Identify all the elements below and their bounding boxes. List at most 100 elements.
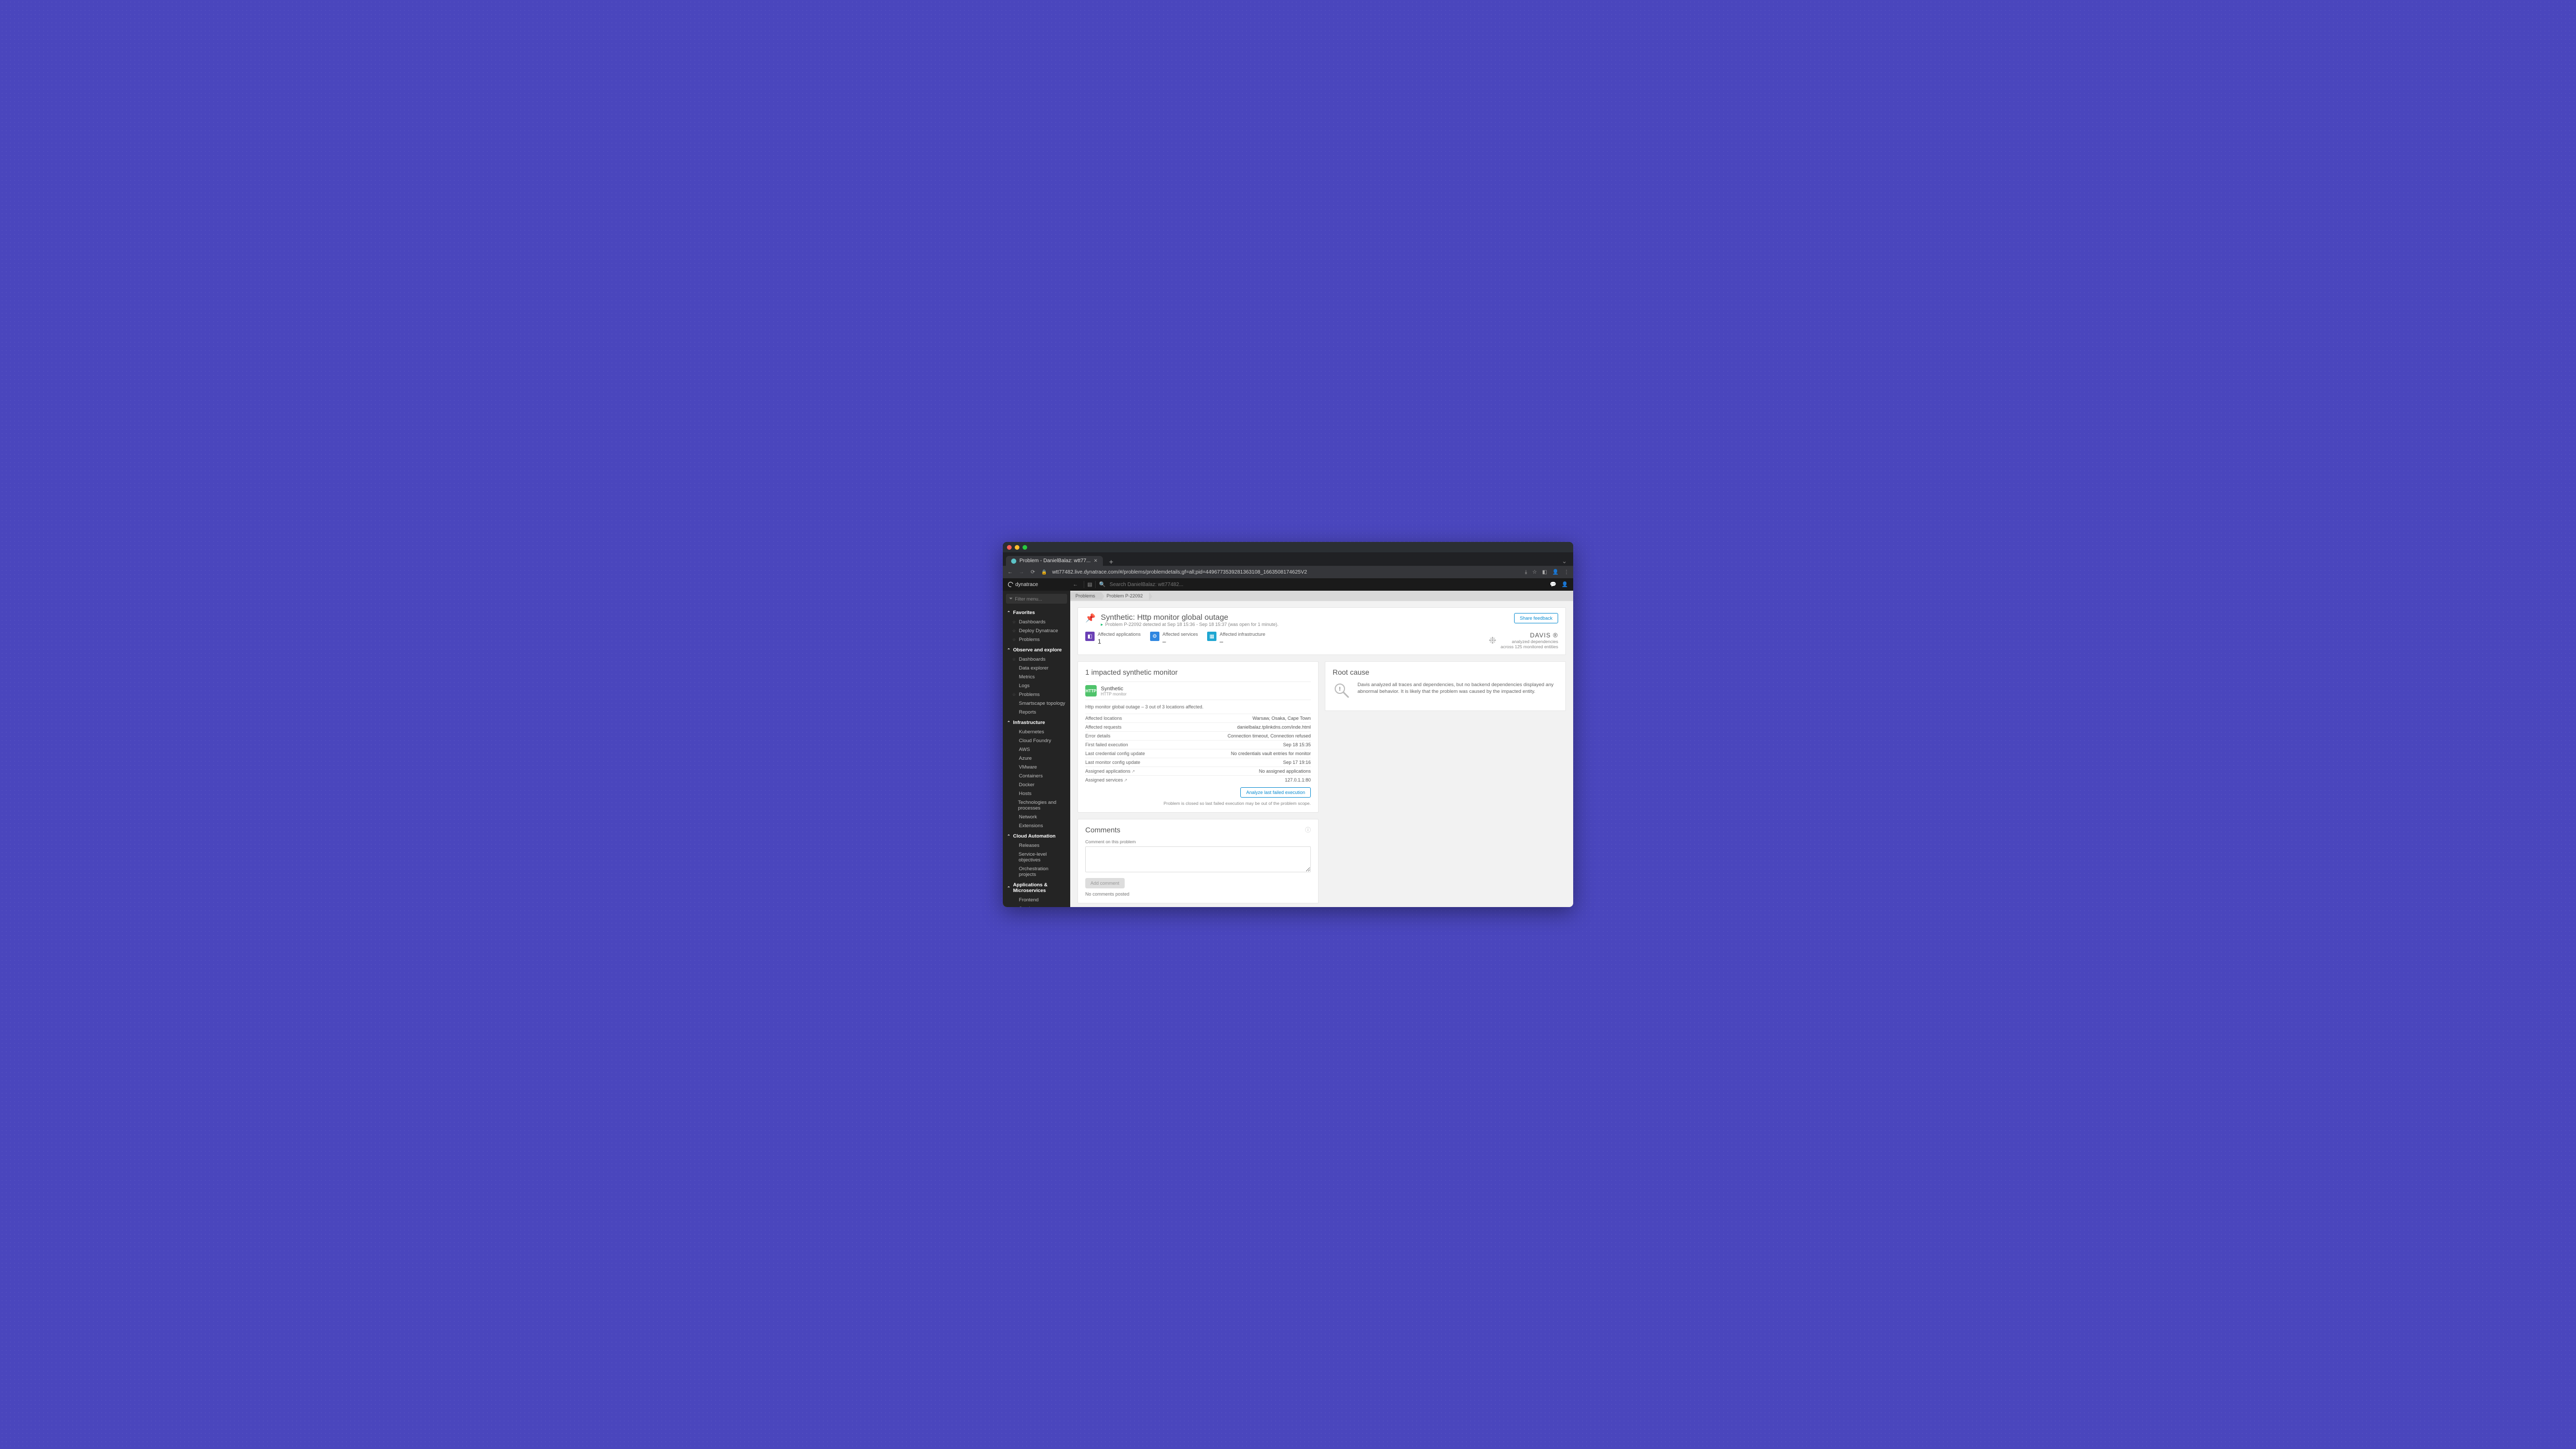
lock-icon: 🔒 [1041, 569, 1047, 575]
sidebar: ⏷ Filter menu... ⌃ Favorites ☆Dashboards… [1003, 591, 1070, 907]
detail-row: Last credential config updateNo credenti… [1085, 749, 1311, 758]
nav-back-icon[interactable]: ← [1007, 569, 1013, 575]
synthetic-monitor-row[interactable]: HTTP Synthetic HTTP monitor [1085, 681, 1311, 700]
extensions-icon[interactable]: ◧ [1542, 569, 1547, 575]
browser-tab[interactable]: Problem - DanielBalaz: wtt77... ✕ [1006, 556, 1103, 566]
share-feedback-button[interactable]: Share feedback [1514, 613, 1558, 623]
search-placeholder: Search DanielBalaz: wtt77482... [1110, 582, 1183, 588]
browser-toolbar: ← → ⟳ 🔒 wtt77482.live.dynatrace.com/#/pr… [1003, 566, 1573, 578]
root-cause-title: Root cause [1333, 668, 1558, 676]
global-search[interactable]: 🔍 Search DanielBalaz: wtt77482... [1099, 582, 1545, 588]
chat-icon[interactable]: 💬 [1550, 582, 1556, 588]
http-monitor-icon: HTTP [1085, 685, 1097, 696]
davis-icon: ❉ [1489, 635, 1496, 646]
magnifier-alert-icon: ! [1333, 681, 1350, 704]
breadcrumb-problems[interactable]: Problems [1070, 592, 1101, 600]
nav-section-favorites[interactable]: ⌃ Favorites [1003, 607, 1070, 618]
browser-menu-icon[interactable]: ⋮ [1564, 569, 1569, 575]
davis-summary: ❉ DAVIS ® analyzed dependencies across 1… [1489, 632, 1558, 649]
sidebar-item-vmware[interactable]: VMware [1003, 763, 1070, 772]
sidebar-item-smartscape-topology[interactable]: Smartscape topology [1003, 699, 1070, 708]
profile-icon[interactable]: 👤 [1552, 569, 1559, 575]
sidebar-item-problems[interactable]: ☆Problems [1003, 690, 1070, 699]
problem-icon: 📌 [1085, 613, 1096, 623]
search-icon: 🔍 [1099, 582, 1105, 588]
window-chevron-icon[interactable]: ⌄ [1559, 556, 1570, 566]
nav-forward-icon[interactable]: → [1018, 569, 1025, 575]
sidebar-item-cloud-foundry[interactable]: Cloud Foundry [1003, 736, 1070, 745]
sidebar-item-logs[interactable]: Logs [1003, 681, 1070, 690]
sidebar-item-frontend[interactable]: Frontend [1003, 896, 1070, 904]
sidebar-item-releases[interactable]: Releases [1003, 841, 1070, 850]
info-icon[interactable]: ⓘ [1305, 826, 1311, 834]
detail-row: Error detailsConnection timeout, Connect… [1085, 732, 1311, 741]
impacted-title: 1 impacted synthetic monitor [1085, 668, 1311, 676]
star-icon: ☆ [1012, 692, 1016, 697]
chevron-up-icon: ⌃ [1007, 834, 1011, 839]
sidebar-item-data-explorer[interactable]: Data explorer [1003, 664, 1070, 673]
no-comments-text: No comments posted [1085, 891, 1311, 897]
tab-close-icon[interactable]: ✕ [1094, 558, 1098, 564]
menu-filter-input[interactable]: ⏷ Filter menu... [1006, 594, 1067, 604]
sidebar-item-aws[interactable]: AWS [1003, 745, 1070, 754]
app-header: dynatrace ← ▤ 🔍 Search DanielBalaz: wtt7… [1003, 578, 1573, 591]
tab-title: Problem - DanielBalaz: wtt77... [1019, 558, 1090, 564]
sidebar-item-docker[interactable]: Docker [1003, 781, 1070, 789]
install-icon[interactable]: ⤓ [1525, 569, 1527, 575]
sidebar-item-extensions[interactable]: Extensions [1003, 821, 1070, 830]
star-icon: ☆ [1012, 620, 1016, 624]
app-body: ⏷ Filter menu... ⌃ Favorites ☆Dashboards… [1003, 591, 1573, 907]
sidebar-item-reports[interactable]: Reports [1003, 708, 1070, 717]
nav-section-infrastructure[interactable]: ⌃ Infrastructure [1003, 717, 1070, 728]
sidebar-item-network[interactable]: Network [1003, 813, 1070, 821]
add-comment-button[interactable]: Add comment [1085, 878, 1125, 888]
star-icon: ☆ [1012, 657, 1016, 662]
mac-titlebar [1003, 542, 1573, 552]
chevron-up-icon: ⌃ [1007, 720, 1011, 725]
close-window-dot[interactable] [1007, 545, 1012, 550]
sidebar-item-dashboards[interactable]: ☆Dashboards [1003, 618, 1070, 626]
bookmark-icon[interactable]: ☆ [1532, 569, 1537, 575]
problem-subtitle: ▸Problem P-22092 detected at Sep 18 15:3… [1101, 622, 1279, 628]
detail-link[interactable]: 127.0.1.1:80 [1180, 776, 1311, 785]
sidebar-item-containers[interactable]: Containers [1003, 772, 1070, 781]
sidebar-item-orchestration-projects[interactable]: Orchestration projects [1003, 865, 1070, 879]
analyze-last-execution-button[interactable]: Analyze last failed execution [1240, 787, 1311, 798]
external-link-icon: ↗ [1131, 769, 1135, 774]
nav-section-cloud[interactable]: ⌃ Cloud Automation [1003, 830, 1070, 841]
sidebar-item-dashboards[interactable]: ☆Dashboards [1003, 655, 1070, 664]
address-bar[interactable]: wtt77482.live.dynatrace.com/#/problems/p… [1052, 569, 1519, 575]
tab-favicon [1011, 559, 1016, 564]
user-icon[interactable]: 👤 [1562, 582, 1568, 588]
minimize-window-dot[interactable] [1015, 545, 1019, 550]
sidebar-item-services[interactable]: Services [1003, 904, 1070, 907]
detail-link[interactable]: danielbalaz.tplinkdns.com/inde.html [1180, 723, 1311, 732]
breadcrumb-problem-id[interactable]: Problem P-22092 [1101, 592, 1149, 600]
filter-icon: ⏷ [1009, 596, 1013, 602]
sidebar-item-service-level-objectives[interactable]: Service-level objectives [1003, 850, 1070, 865]
sidebar-item-azure[interactable]: Azure [1003, 754, 1070, 763]
comments-title: Comments [1085, 826, 1311, 834]
maximize-window-dot[interactable] [1023, 545, 1027, 550]
sidebar-item-technologies-and-processes[interactable]: Technologies and processes [1003, 798, 1070, 813]
comments-card: ⓘ Comments Comment on this problem Add c… [1077, 819, 1319, 903]
app-back-icon[interactable]: ← [1070, 582, 1081, 588]
infrastructure-icon: ▦ [1207, 632, 1216, 641]
nav-section-apps[interactable]: ⌃ Applications & Microservices [1003, 879, 1070, 896]
affected-services[interactable]: ⚙ Affected services – [1150, 632, 1198, 646]
sidebar-item-kubernetes[interactable]: Kubernetes [1003, 728, 1070, 736]
new-tab-button[interactable]: + [1106, 558, 1116, 566]
app-logo[interactable]: dynatrace [1003, 582, 1070, 588]
sidebar-item-metrics[interactable]: Metrics [1003, 673, 1070, 681]
sidebar-item-deploy-dynatrace[interactable]: ☆Deploy Dynatrace [1003, 626, 1070, 635]
affected-applications[interactable]: ◧ Affected applications 1 [1085, 632, 1141, 646]
sidebar-item-problems[interactable]: ☆Problems [1003, 635, 1070, 644]
app-logo-text: dynatrace [1015, 582, 1038, 588]
affected-infrastructure[interactable]: ▦ Affected infrastructure – [1207, 632, 1265, 646]
nav-reload-icon[interactable]: ⟳ [1030, 569, 1036, 575]
comment-textarea[interactable] [1085, 846, 1311, 872]
book-icon[interactable]: ▤ [1087, 582, 1092, 588]
sidebar-item-hosts[interactable]: Hosts [1003, 789, 1070, 798]
content-area: Problems Problem P-22092 📌 Synthetic: Ht… [1070, 591, 1573, 907]
nav-section-observe[interactable]: ⌃ Observe and explore [1003, 644, 1070, 655]
